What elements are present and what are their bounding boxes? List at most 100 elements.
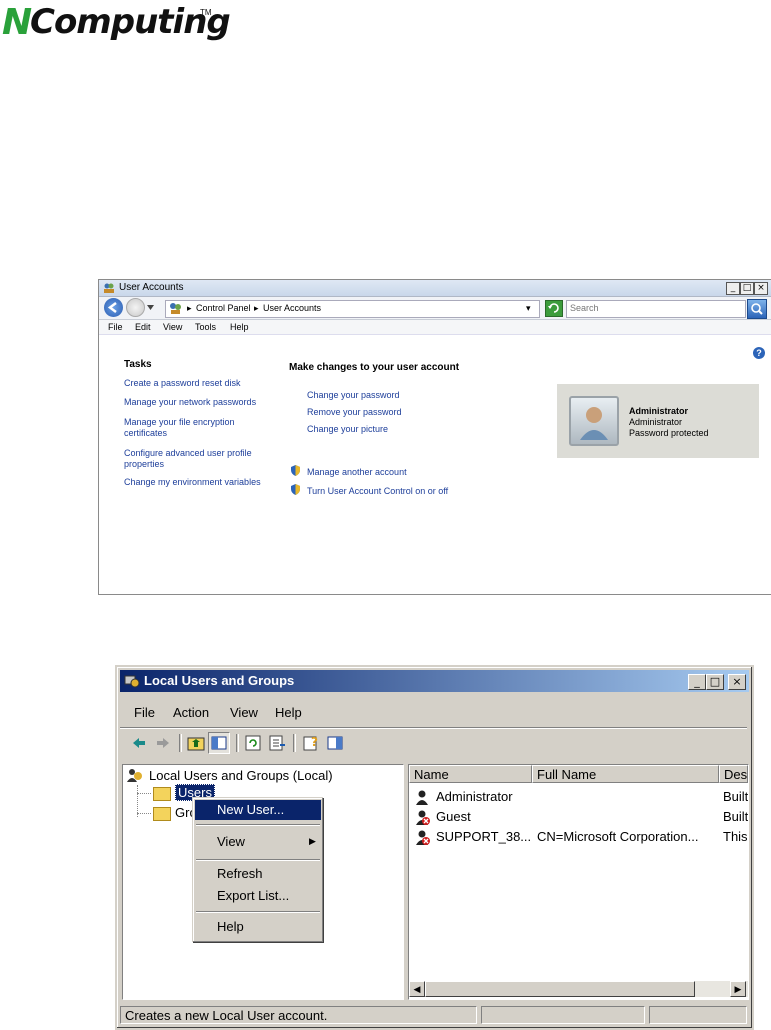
context-menu: New User... View ▶ Refresh Export List..… [192,797,323,942]
column-header-full-name[interactable]: Full Name [532,765,719,783]
user-avatar-icon [580,407,608,440]
back-arrow-icon [107,302,117,313]
menu-help[interactable]: Help [275,705,302,720]
task-manage-encryption-cont[interactable]: certificates [124,428,167,438]
shield-icon [291,465,300,476]
table-row[interactable]: Administrator Built [409,787,748,807]
computer-management-icon [124,675,140,688]
user-icon [416,790,428,805]
task-configure-profile-cont[interactable]: properties [124,459,164,469]
table-row[interactable]: SUPPORT_38... CN=Microsoft Corporation..… [409,827,748,847]
back-button[interactable] [104,298,123,317]
horizontal-scrollbar[interactable]: ◀ ▶ [409,981,748,997]
search-input[interactable]: Search [566,300,746,318]
cell-name: SUPPORT_38... [436,829,532,844]
manage-another-account-link[interactable]: Manage another account [307,467,407,477]
menu-tools[interactable]: Tools [195,322,216,332]
scroll-left-button[interactable]: ◀ [409,981,425,997]
properties-help-icon[interactable]: ? [301,733,321,753]
maximize-button[interactable]: □ [740,282,754,295]
close-button[interactable]: × [754,282,768,295]
action-pane-icon[interactable] [325,733,345,753]
disabled-user-icon [416,830,430,845]
task-create-reset-disk[interactable]: Create a password reset disk [124,378,241,388]
back-arrow-icon[interactable] [129,733,149,753]
dropdown-arrow-icon[interactable]: ▾ [526,303,531,314]
context-help[interactable]: Help [195,917,321,937]
breadcrumb-control-panel[interactable]: Control Panel [196,303,251,313]
uac-toggle-link[interactable]: Turn User Account Control on or off [307,486,448,496]
account-panel: Administrator Administrator Password pro… [557,384,759,458]
menu-view[interactable]: View [230,705,258,720]
change-password-link[interactable]: Change your password [307,390,400,400]
window-title: User Accounts [119,282,184,293]
menu-view[interactable]: View [163,322,182,332]
context-view[interactable]: View [195,832,321,852]
menu-file[interactable]: File [134,705,155,720]
cell-full-name: CN=Microsoft Corporation... [537,829,699,844]
title-bar: Local Users and Groups _ □ × [120,670,749,692]
cell-description: Built [723,809,749,824]
menu-file[interactable]: File [108,322,123,332]
scroll-right-button[interactable]: ▶ [730,981,746,997]
search-icon [751,303,763,315]
cell-name: Guest [436,809,471,824]
task-configure-profile[interactable]: Configure advanced user profile [124,448,252,458]
users-icon [104,283,114,293]
user-accounts-window: User Accounts _ □ × ▸ Control Panel ▸ Us… [98,279,771,595]
tree-root[interactable]: Local Users and Groups (Local) [149,768,333,783]
svg-text:?: ? [311,735,318,749]
scroll-thumb[interactable] [425,981,695,997]
help-icon[interactable]: ? [753,347,765,359]
context-refresh[interactable]: Refresh [195,864,321,884]
avatar[interactable] [569,396,619,446]
table-row[interactable]: Guest Built [409,807,748,827]
minimize-button[interactable]: _ [688,674,706,690]
refresh-icon[interactable] [243,733,263,753]
breadcrumb-user-accounts[interactable]: User Accounts [263,303,321,313]
refresh-button[interactable] [545,300,563,317]
shield-icon [291,484,300,495]
close-button[interactable]: × [728,674,746,690]
tasks-heading: Tasks [124,359,152,370]
tree-pane-icon [211,736,227,750]
menu-action[interactable]: Action [173,705,209,720]
title-bar: User Accounts _ □ × [99,280,771,297]
menu-bar: File Edit View Tools Help [99,320,771,335]
chevron-down-icon[interactable] [147,305,154,310]
folder-icon [153,807,171,821]
remove-password-link[interactable]: Remove your password [307,407,402,417]
refresh-icon [548,303,559,313]
disabled-user-icon [416,810,430,825]
account-status: Password protected [629,428,709,438]
export-list-icon[interactable] [267,733,287,753]
forward-button[interactable] [126,298,145,317]
address-input[interactable]: ▸ Control Panel ▸ User Accounts ▾ [165,300,540,318]
show-hide-tree-button[interactable] [208,732,230,754]
forward-arrow-icon[interactable] [153,733,173,753]
search-button[interactable] [747,299,767,319]
cell-name: Administrator [436,789,513,804]
context-new-user[interactable]: New User... [195,800,321,820]
task-change-env-vars[interactable]: Change my environment variables [124,477,261,487]
list-pane: Name Full Name Des Administrator Built G… [408,764,749,1000]
task-manage-network-passwords[interactable]: Manage your network passwords [124,397,256,407]
change-picture-link[interactable]: Change your picture [307,424,388,434]
control-panel-icon [170,303,181,314]
menu-edit[interactable]: Edit [135,322,151,332]
ncomputing-logo: N Computing TM [2,2,231,43]
toolbar: ? [120,731,749,755]
minimize-button[interactable]: _ [726,282,740,295]
column-header-description[interactable]: Des [719,765,748,783]
status-bar-text: Creates a new Local User account. [120,1006,477,1024]
address-bar: ▸ Control Panel ▸ User Accounts ▾ Search [99,297,771,320]
cell-description: This [723,829,748,844]
folder-open-icon [153,787,171,801]
context-export-list[interactable]: Export List... [195,886,321,906]
up-folder-icon[interactable] [186,733,206,753]
window-title: Local Users and Groups [144,673,295,688]
menu-help[interactable]: Help [230,322,249,332]
column-header-name[interactable]: Name [409,765,532,783]
maximize-button[interactable]: □ [706,674,724,690]
task-manage-encryption[interactable]: Manage your file encryption [124,417,235,427]
